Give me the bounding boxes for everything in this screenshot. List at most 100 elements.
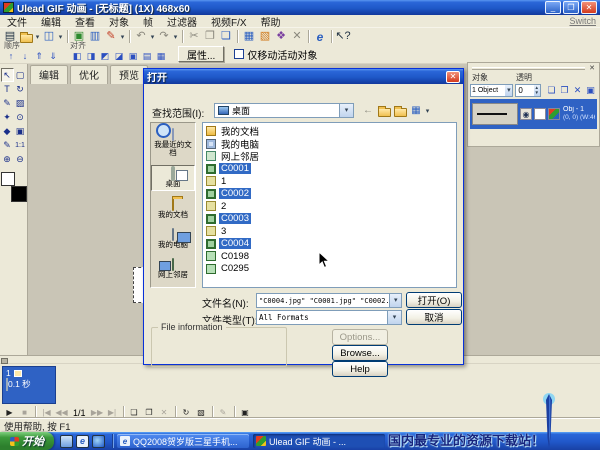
panel-grip[interactable]: [472, 67, 585, 70]
crop-tool-icon[interactable]: ▣: [14, 124, 27, 138]
order-front-icon[interactable]: ⇑: [32, 50, 46, 62]
foreground-color-swatch[interactable]: [1, 172, 15, 186]
redo-dropdown-icon[interactable]: ▾: [172, 33, 179, 41]
align-right-icon[interactable]: ◨: [84, 50, 98, 62]
pan-tool-icon[interactable]: ✦: [1, 110, 14, 124]
delete-object-icon[interactable]: ✕: [289, 29, 305, 44]
delete-object-icon[interactable]: ✕: [571, 84, 584, 97]
place-recent-documents[interactable]: 我最近的文档: [151, 127, 195, 159]
list-item[interactable]: 我的电脑: [206, 138, 456, 151]
magnifier-tool-icon[interactable]: ⊙: [14, 110, 27, 124]
web-icon[interactable]: e: [312, 29, 328, 44]
open-button[interactable]: 打开(O): [406, 292, 462, 308]
undo-dropdown-icon[interactable]: ▾: [149, 33, 156, 41]
text-tool-icon[interactable]: T: [1, 82, 14, 96]
fill-tool-icon[interactable]: ◆: [1, 124, 14, 138]
brush-tool-icon[interactable]: ✎: [1, 96, 14, 110]
wand-dropdown-icon[interactable]: ▾: [119, 33, 126, 41]
center-v-icon[interactable]: ▤: [140, 50, 154, 62]
align-left-icon[interactable]: ◧: [70, 50, 84, 62]
add-frame-icon[interactable]: ❏: [127, 407, 142, 419]
actual-size-tool-icon[interactable]: 1:1: [14, 138, 27, 152]
spinner-arrows-icon[interactable]: ▲▼: [534, 85, 540, 96]
play-icon[interactable]: ▶: [2, 407, 17, 419]
film-icon[interactable]: ▦: [241, 29, 257, 44]
place-desktop[interactable]: 桌面: [151, 165, 195, 191]
help-button[interactable]: Help: [332, 361, 388, 377]
place-my-documents[interactable]: 我的文档: [151, 197, 195, 221]
context-help-icon[interactable]: ↖?: [335, 29, 351, 44]
edit-frame-icon[interactable]: ▧: [257, 29, 273, 44]
menu-filters[interactable]: 过滤器: [160, 14, 204, 29]
back-icon[interactable]: ←: [360, 103, 376, 118]
place-my-computer[interactable]: 我的电脑: [151, 227, 195, 251]
browse-button[interactable]: Browse...: [332, 345, 388, 361]
resize-frame-icon[interactable]: ▧: [194, 407, 209, 419]
only-active-checkbox[interactable]: [234, 49, 244, 59]
views-dropdown-icon[interactable]: ▾: [424, 107, 431, 115]
file-name-combo[interactable]: "C0004.jpg" "C0001.jpg" "C0002.jpg" "1 ▾: [256, 293, 402, 308]
eraser-tool-icon[interactable]: ▨: [14, 96, 27, 110]
file-type-dropdown-icon[interactable]: ▾: [387, 311, 401, 324]
list-item-selected[interactable]: C0003: [206, 213, 456, 226]
menu-frame[interactable]: 帧: [136, 14, 160, 29]
align-bottom-icon[interactable]: ◪: [112, 50, 126, 62]
panel-close-icon[interactable]: ✕: [587, 65, 597, 72]
save-dropdown-icon[interactable]: ▾: [57, 33, 64, 41]
task-button-browser[interactable]: e QQ2008贺岁版三星手机...: [117, 434, 249, 448]
menu-view[interactable]: 查看: [68, 14, 102, 29]
menu-edit[interactable]: 编辑: [34, 14, 68, 29]
rotate-tool-icon[interactable]: ↻: [14, 82, 27, 96]
list-item[interactable]: 2: [206, 200, 456, 213]
copy-icon[interactable]: ❐: [202, 29, 218, 44]
close-button[interactable]: ✕: [581, 1, 597, 14]
show-desktop-icon[interactable]: [60, 435, 73, 448]
duplicate-object-icon[interactable]: ❐: [558, 84, 571, 97]
minimize-button[interactable]: _: [545, 1, 561, 14]
tab-optimize[interactable]: 优化: [70, 65, 108, 84]
paste-icon[interactable]: ❏: [218, 29, 234, 44]
transparency-spinner[interactable]: 0 ▲▼: [515, 84, 541, 97]
frame-1-tile[interactable]: 1 0.1 秒: [2, 366, 56, 404]
visibility-eye-icon[interactable]: ◉: [520, 108, 532, 120]
zoom-out-tool-icon[interactable]: ⊖: [14, 152, 27, 166]
list-item-selected[interactable]: C0002: [206, 188, 456, 201]
list-item[interactable]: C0198: [206, 250, 456, 263]
look-in-dropdown-icon[interactable]: ▾: [339, 104, 353, 117]
object-select[interactable]: 1 Object ▾: [470, 84, 513, 97]
menu-object[interactable]: 对象: [102, 14, 136, 29]
open-dropdown-icon[interactable]: ▾: [34, 33, 41, 41]
media-player-icon[interactable]: [92, 435, 105, 448]
list-item[interactable]: C0295: [206, 263, 456, 276]
splitter-handle-icon[interactable]: [1, 358, 8, 364]
dialog-close-button[interactable]: ✕: [446, 71, 460, 83]
menu-help[interactable]: 帮助: [254, 14, 288, 29]
color-swatch[interactable]: [548, 108, 560, 120]
order-back-icon[interactable]: ⇓: [46, 50, 60, 62]
new-folder-icon[interactable]: [392, 103, 408, 118]
task-button-ulead[interactable]: Ulead GIF 动画 - ...: [253, 434, 385, 448]
look-in-combo[interactable]: 桌面 ▾: [214, 103, 354, 118]
order-up-icon[interactable]: ↑: [4, 50, 18, 62]
file-type-combo[interactable]: All Formats ▾: [256, 310, 402, 325]
add-object-icon[interactable]: ❏: [545, 84, 558, 97]
views-icon[interactable]: ▦: [408, 103, 424, 118]
list-item[interactable]: 网上邻居: [206, 150, 456, 163]
zoom-in-tool-icon[interactable]: ⊕: [1, 152, 14, 166]
file-name-dropdown-icon[interactable]: ▾: [389, 294, 401, 307]
marquee-tool-icon[interactable]: ▢: [14, 68, 27, 82]
list-item-selected[interactable]: C0004: [206, 238, 456, 251]
mask-swatch[interactable]: [534, 108, 546, 120]
center-h-icon[interactable]: ▣: [126, 50, 140, 62]
pencil-tool-icon[interactable]: ✎: [1, 138, 14, 152]
list-item[interactable]: 1: [206, 175, 456, 188]
cancel-button[interactable]: 取消: [406, 309, 462, 325]
loop-icon[interactable]: ↻: [179, 407, 194, 419]
list-item[interactable]: 我的文档: [206, 125, 456, 138]
list-item[interactable]: 3: [206, 225, 456, 238]
background-color-swatch[interactable]: [11, 186, 27, 202]
restore-button[interactable]: ❐: [563, 1, 579, 14]
up-one-level-icon[interactable]: [376, 103, 392, 118]
switch-link[interactable]: Switch: [569, 16, 596, 26]
center-both-icon[interactable]: ▦: [154, 50, 168, 62]
